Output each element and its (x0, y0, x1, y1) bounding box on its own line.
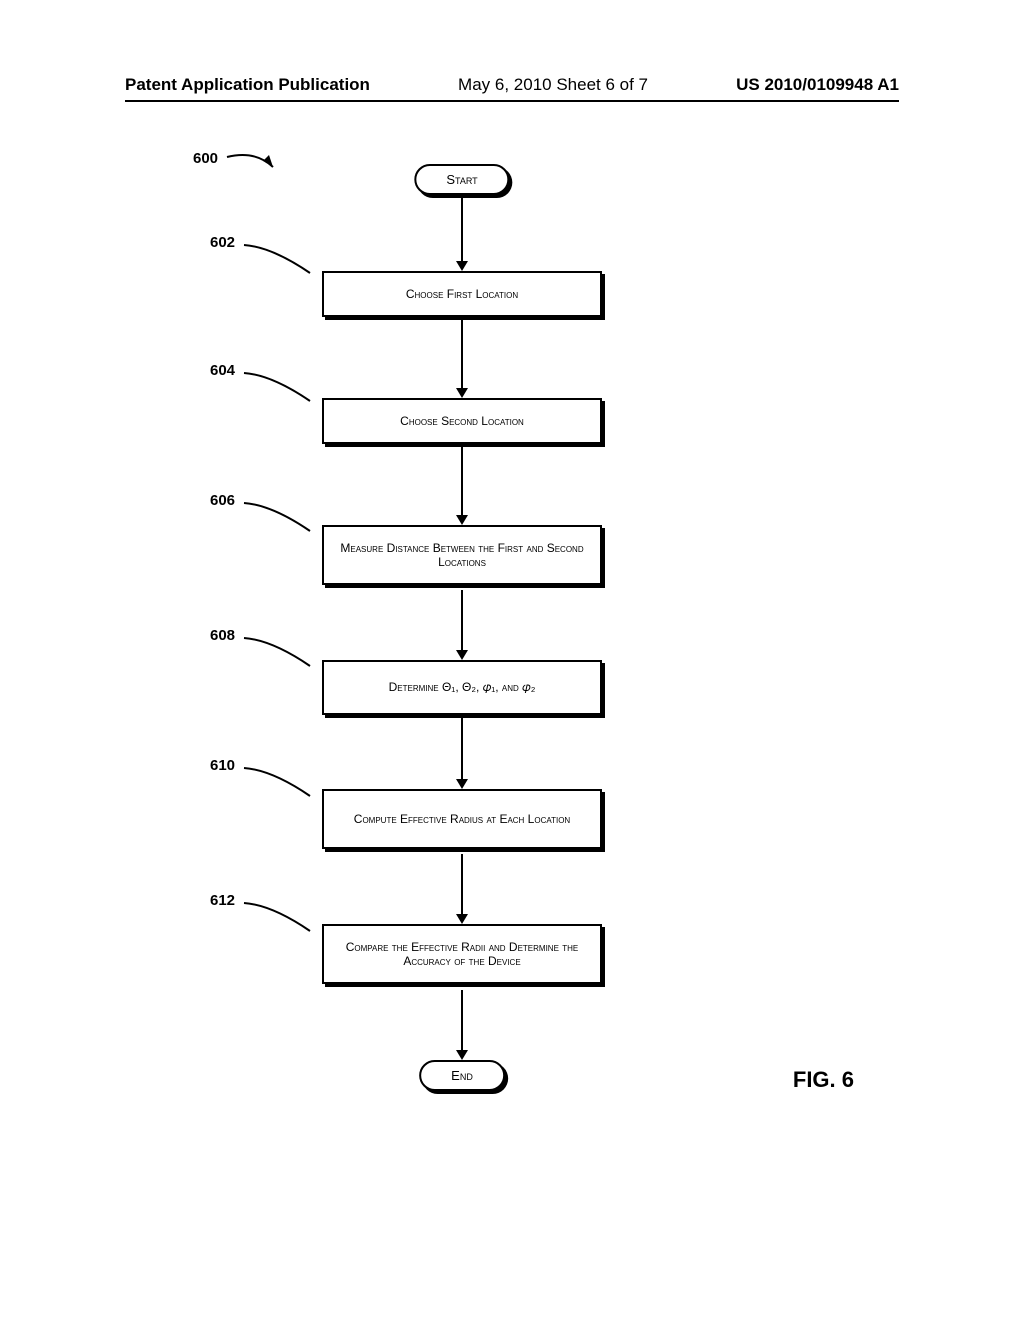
arrow-line (461, 716, 463, 781)
process-612: Compare the Effective Radii and Determin… (322, 924, 602, 984)
ref-label-602: 602 (210, 234, 235, 251)
page-header: Patent Application Publication May 6, 20… (0, 0, 1024, 100)
terminal-start-label: Start (446, 172, 477, 187)
arrow-head-icon (456, 1050, 468, 1060)
process-608-label: Determine Θ₁, Θ₂, 𝜑₁, and 𝜑₂ (389, 680, 536, 695)
arrow-head-icon (456, 261, 468, 271)
ref-label-610: 610 (210, 757, 235, 774)
arrow-head-icon (456, 515, 468, 525)
leader-610-icon (242, 762, 322, 802)
flowchart-diagram: 600 Start Choose First Location Choose S… (0, 142, 1024, 1242)
process-604: Choose Second Location (322, 398, 602, 444)
header-right: US 2010/0109948 A1 (736, 75, 899, 95)
ref-label-600: 600 (193, 150, 218, 167)
arrow-head-icon (456, 914, 468, 924)
leader-604-icon (242, 367, 322, 407)
curved-arrow-600-icon (225, 145, 285, 175)
arrow-line (461, 447, 463, 517)
ref-label-612: 612 (210, 892, 235, 909)
terminal-end: End (419, 1060, 505, 1091)
process-610-label: Compute Effective Radius at Each Locatio… (354, 812, 570, 826)
terminal-start: Start (414, 164, 509, 195)
ref-label-604: 604 (210, 362, 235, 379)
arrow-line (461, 590, 463, 652)
header-left: Patent Application Publication (125, 75, 370, 95)
process-602: Choose First Location (322, 271, 602, 317)
header-divider (125, 100, 899, 102)
process-612-label: Compare the Effective Radii and Determin… (334, 940, 590, 968)
process-608: Determine Θ₁, Θ₂, 𝜑₁, and 𝜑₂ (322, 660, 602, 715)
process-604-label: Choose Second Location (400, 414, 524, 428)
ref-label-608: 608 (210, 627, 235, 644)
arrow-line (461, 854, 463, 916)
arrow-head-icon (456, 779, 468, 789)
arrow-line (461, 990, 463, 1052)
leader-602-icon (242, 239, 322, 279)
arrow-head-icon (456, 388, 468, 398)
leader-608-icon (242, 632, 322, 672)
process-602-label: Choose First Location (406, 287, 518, 301)
ref-label-606: 606 (210, 492, 235, 509)
leader-606-icon (242, 497, 322, 537)
figure-label: FIG. 6 (793, 1067, 854, 1093)
process-606-label: Measure Distance Between the First and S… (334, 541, 590, 569)
terminal-end-label: End (451, 1068, 473, 1083)
process-610: Compute Effective Radius at Each Locatio… (322, 789, 602, 849)
leader-612-icon (242, 897, 322, 937)
header-center: May 6, 2010 Sheet 6 of 7 (458, 75, 648, 95)
process-606: Measure Distance Between the First and S… (322, 525, 602, 585)
arrow-line (461, 320, 463, 390)
arrow-head-icon (456, 650, 468, 660)
arrow-line (461, 198, 463, 263)
